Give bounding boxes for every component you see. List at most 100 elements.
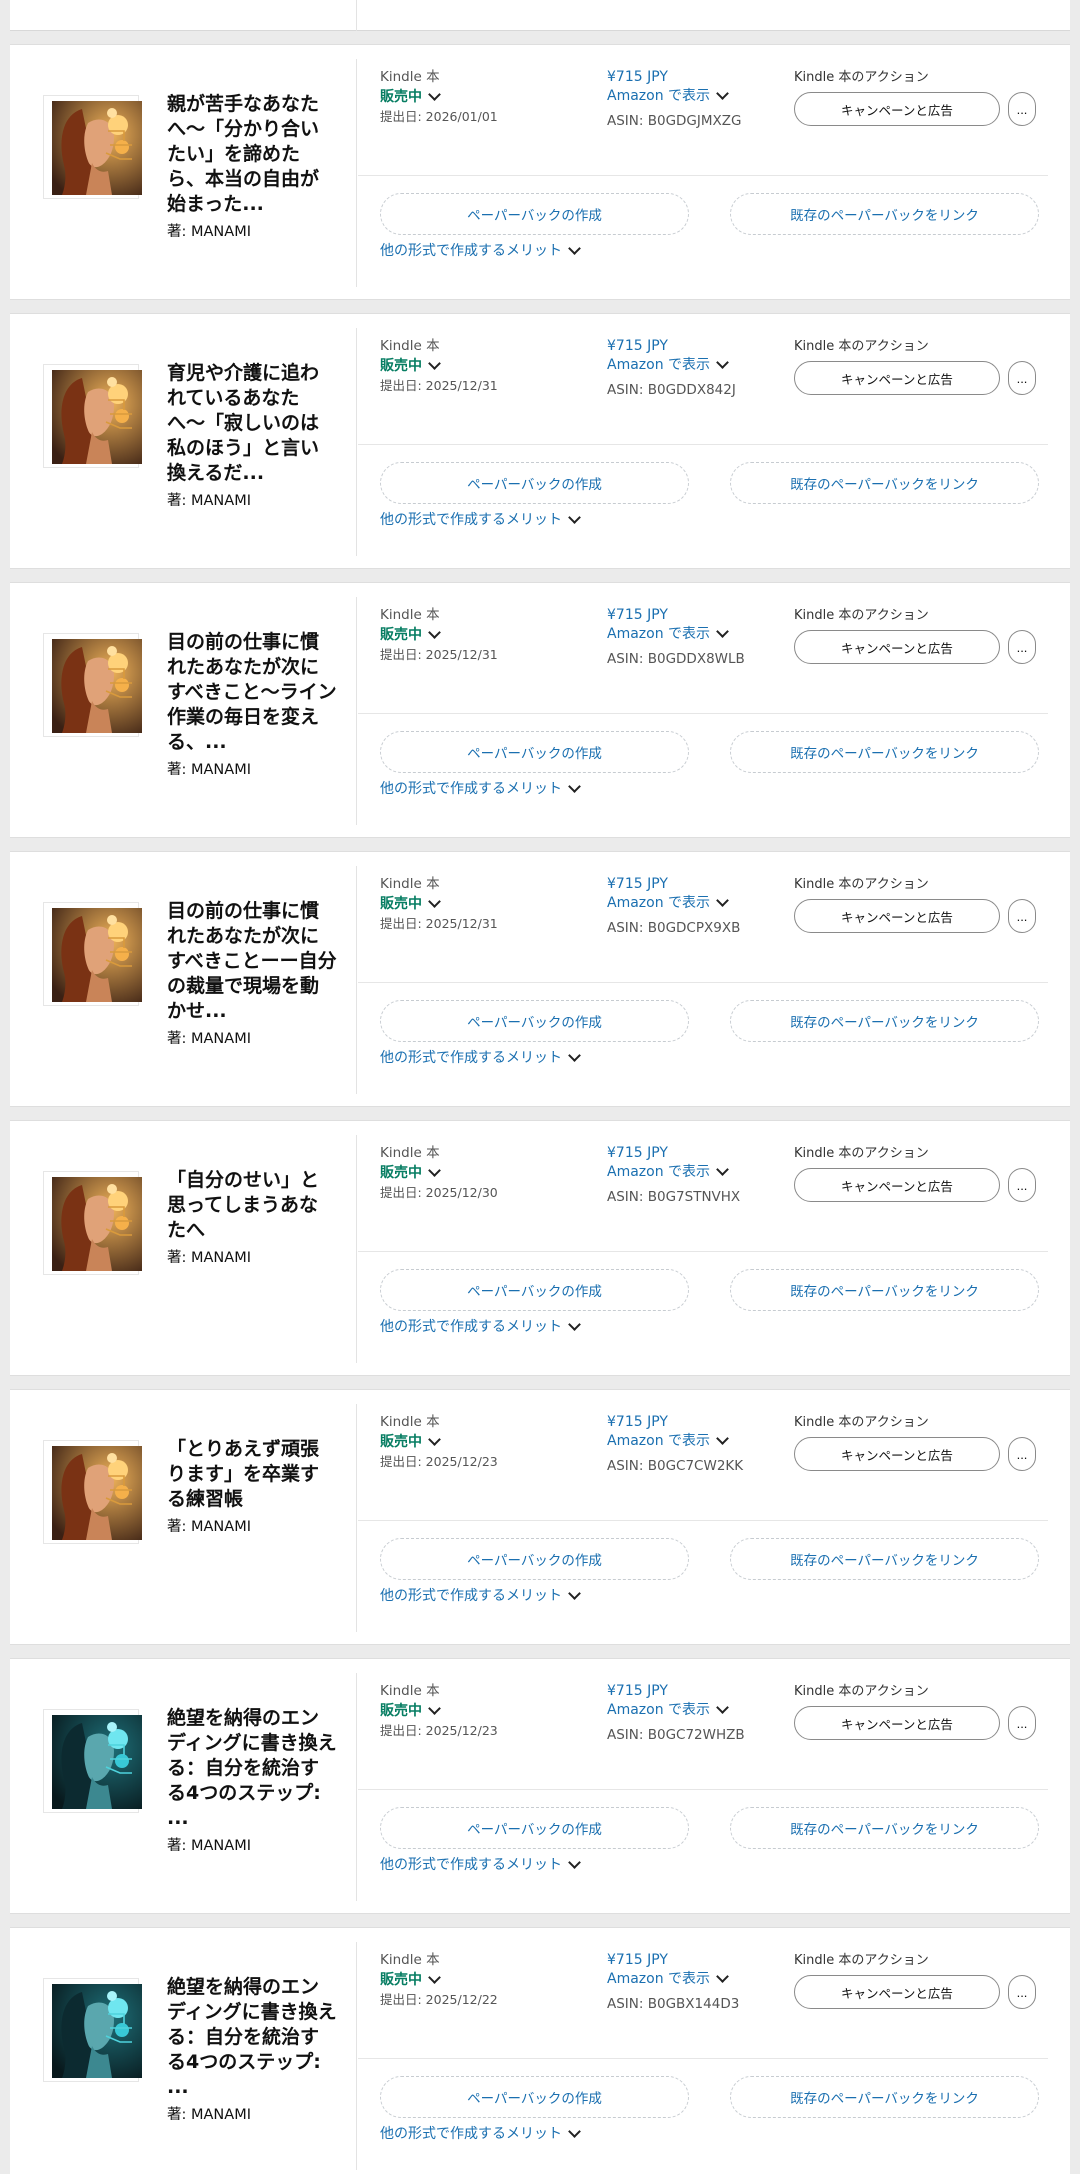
more-actions-button[interactable]: ...	[1008, 1975, 1036, 2009]
price-link[interactable]: ¥715 JPY	[607, 68, 741, 86]
price-column: ¥715 JPY Amazon で表示 ASIN: B0GDCPX9XB	[607, 875, 740, 940]
asin-text: ASIN: B0GBX144D3	[607, 1996, 740, 2012]
price-link[interactable]: ¥715 JPY	[607, 1951, 739, 1969]
link-paperback-button[interactable]: 既存のペーパーバックをリンク	[730, 193, 1039, 235]
other-format-benefits-toggle[interactable]: 他の形式で作成するメリット	[380, 779, 581, 799]
link-paperback-button[interactable]: 既存のペーパーバックをリンク	[730, 2076, 1039, 2118]
book-title[interactable]: 絶望を納得のエンディングに書き換える：自分を統治する4つのステップ: ... 著…	[167, 1975, 337, 2124]
campaign-and-ads-button[interactable]: キャンペーンと広告	[794, 1975, 1000, 2009]
other-format-benefits-toggle[interactable]: 他の形式で作成するメリット	[380, 241, 581, 261]
status-dropdown[interactable]: 販売中	[380, 893, 498, 915]
book-title[interactable]: 「とりあえず頑張ります」を卒業する練習帳 著: MANAMI	[167, 1437, 337, 1536]
create-paperback-button[interactable]: ペーパーバックの作成	[380, 193, 689, 235]
book-cover-image[interactable]	[43, 364, 142, 468]
create-paperback-button[interactable]: ペーパーバックの作成	[380, 731, 689, 773]
book-cover-image[interactable]	[43, 1440, 142, 1544]
more-actions-button[interactable]: ...	[1008, 92, 1036, 126]
link-paperback-button[interactable]: 既存のペーパーバックをリンク	[730, 1269, 1039, 1311]
create-paperback-button[interactable]: ペーパーバックの作成	[380, 1807, 689, 1849]
book-author: 著: MANAMI	[167, 1519, 251, 1535]
view-on-amazon-dropdown[interactable]: Amazon で表示	[607, 1700, 745, 1720]
create-paperback-button[interactable]: ペーパーバックの作成	[380, 1269, 689, 1311]
more-actions-button[interactable]: ...	[1008, 361, 1036, 395]
other-format-benefits-toggle[interactable]: 他の形式で作成するメリット	[380, 510, 581, 530]
view-on-amazon-dropdown[interactable]: Amazon で表示	[607, 1162, 740, 1182]
campaign-and-ads-button[interactable]: キャンペーンと広告	[794, 899, 1000, 933]
book-cover-image[interactable]	[43, 902, 142, 1006]
link-paperback-button[interactable]: 既存のペーパーバックをリンク	[730, 1000, 1039, 1042]
link-paperback-button[interactable]: 既存のペーパーバックをリンク	[730, 1807, 1039, 1849]
price-column: ¥715 JPY Amazon で表示 ASIN: B0GDGJMXZG	[607, 68, 741, 133]
book-cover-image[interactable]	[43, 1709, 142, 1813]
column-divider	[356, 0, 357, 31]
view-on-amazon-dropdown[interactable]: Amazon で表示	[607, 86, 741, 106]
more-actions-button[interactable]: ...	[1008, 1706, 1036, 1740]
view-on-amazon-dropdown[interactable]: Amazon で表示	[607, 893, 740, 913]
column-divider	[356, 328, 357, 556]
create-paperback-button[interactable]: ペーパーバックの作成	[380, 2076, 689, 2118]
book-title[interactable]: 「自分のせい」と思ってしまうあなたへ 著: MANAMI	[167, 1168, 337, 1267]
benefits-text: 他の形式で作成するメリット	[380, 1857, 562, 1873]
other-format-benefits-toggle[interactable]: 他の形式で作成するメリット	[380, 1855, 581, 1875]
price-link[interactable]: ¥715 JPY	[607, 606, 745, 624]
chevron-down-icon	[428, 1971, 441, 1984]
campaign-and-ads-button[interactable]: キャンペーンと広告	[794, 361, 1000, 395]
create-paperback-button[interactable]: ペーパーバックの作成	[380, 1538, 689, 1580]
other-format-benefits-toggle[interactable]: 他の形式で作成するメリット	[380, 2124, 581, 2144]
column-divider	[356, 1135, 357, 1363]
view-on-amazon-dropdown[interactable]: Amazon で表示	[607, 355, 736, 375]
create-paperback-button[interactable]: ペーパーバックの作成	[380, 462, 689, 504]
book-title-text: 親が苦手なあなたへ〜「分かり合いたい」を諦めたら、本当の自由が始まった...	[167, 93, 320, 215]
price-link[interactable]: ¥715 JPY	[607, 337, 736, 355]
status-dropdown[interactable]: 販売中	[380, 355, 498, 377]
view-on-amazon-dropdown[interactable]: Amazon で表示	[607, 624, 745, 644]
campaign-and-ads-button[interactable]: キャンペーンと広告	[794, 1437, 1000, 1471]
view-on-amazon-dropdown[interactable]: Amazon で表示	[607, 1431, 743, 1451]
format-label: Kindle 本	[380, 1145, 440, 1161]
book-title[interactable]: 目の前の仕事に慣れたあなたが次にすべきこと〜ライン作業の毎日を変える、... 著…	[167, 630, 337, 779]
price-link[interactable]: ¥715 JPY	[607, 1413, 743, 1431]
create-paperback-button[interactable]: ペーパーバックの作成	[380, 1000, 689, 1042]
other-format-benefits-toggle[interactable]: 他の形式で作成するメリット	[380, 1317, 581, 1337]
other-format-benefits-toggle[interactable]: 他の形式で作成するメリット	[380, 1048, 581, 1068]
book-cover-image[interactable]	[43, 633, 142, 737]
campaign-and-ads-button[interactable]: キャンペーンと広告	[794, 92, 1000, 126]
status-dropdown[interactable]: 販売中	[380, 1700, 498, 1722]
submission-date: 提出日: 2026/01/01	[380, 109, 498, 124]
link-paperback-button[interactable]: 既存のペーパーバックをリンク	[730, 462, 1039, 504]
row-divider	[358, 2058, 1048, 2059]
status-dropdown[interactable]: 販売中	[380, 1969, 498, 1991]
status-dropdown[interactable]: 販売中	[380, 86, 498, 108]
campaign-and-ads-button[interactable]: キャンペーンと広告	[794, 1706, 1000, 1740]
book-title-text: 「とりあえず頑張ります」を卒業する練習帳	[167, 1438, 320, 1510]
column-divider	[356, 59, 357, 287]
status-dropdown[interactable]: 販売中	[380, 1162, 498, 1184]
book-cover-image[interactable]	[43, 1978, 142, 2082]
price-column: ¥715 JPY Amazon で表示 ASIN: B0G7STNVHX	[607, 1144, 740, 1209]
book-title[interactable]: 絶望を納得のエンディングに書き換える：自分を統治する4つのステップ: ... 著…	[167, 1706, 337, 1855]
other-format-benefits-toggle[interactable]: 他の形式で作成するメリット	[380, 1586, 581, 1606]
campaign-and-ads-button[interactable]: キャンペーンと広告	[794, 1168, 1000, 1202]
price-link[interactable]: ¥715 JPY	[607, 875, 740, 893]
book-title[interactable]: 親が苦手なあなたへ〜「分かり合いたい」を諦めたら、本当の自由が始まった... 著…	[167, 92, 337, 241]
book-cover-image[interactable]	[43, 95, 142, 199]
link-paperback-button[interactable]: 既存のペーパーバックをリンク	[730, 731, 1039, 773]
status-dropdown[interactable]: 販売中	[380, 1431, 498, 1453]
more-actions-button[interactable]: ...	[1008, 1437, 1036, 1471]
chevron-down-icon	[428, 626, 441, 639]
more-actions-button[interactable]: ...	[1008, 1168, 1036, 1202]
status-dropdown[interactable]: 販売中	[380, 624, 498, 646]
book-cover-image[interactable]	[43, 1171, 142, 1275]
more-actions-button[interactable]: ...	[1008, 899, 1036, 933]
more-actions-button[interactable]: ...	[1008, 630, 1036, 664]
status-text: 販売中	[380, 89, 422, 105]
format-label: Kindle 本	[380, 338, 440, 354]
book-title[interactable]: 目の前の仕事に慣れたあなたが次にすべきことーー自分の裁量で現場を動かせ... 著…	[167, 899, 337, 1048]
price-link[interactable]: ¥715 JPY	[607, 1144, 740, 1162]
link-paperback-button[interactable]: 既存のペーパーバックをリンク	[730, 1538, 1039, 1580]
view-on-amazon-dropdown[interactable]: Amazon で表示	[607, 1969, 739, 1989]
campaign-and-ads-button[interactable]: キャンペーンと広告	[794, 630, 1000, 664]
book-title[interactable]: 育児や介護に追われているあなたへ〜「寂しいのは私のほう」と言い換えるだ... 著…	[167, 361, 337, 510]
price-link[interactable]: ¥715 JPY	[607, 1682, 745, 1700]
asin-text: ASIN: B0GC7CW2KK	[607, 1458, 744, 1474]
